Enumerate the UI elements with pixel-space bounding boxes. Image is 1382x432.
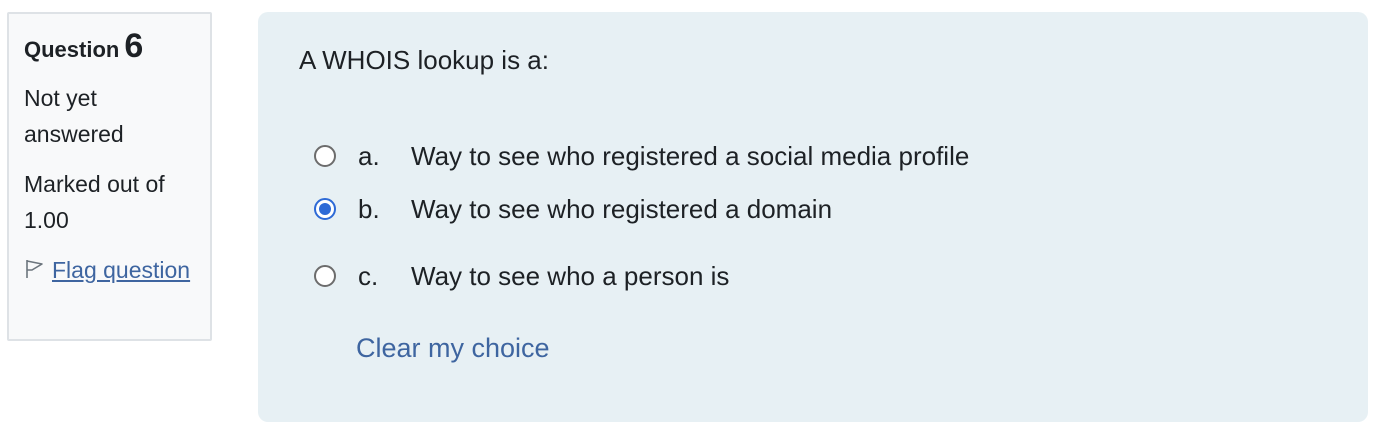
question-number-value: 6 xyxy=(124,27,144,65)
flag-question[interactable]: Flag question xyxy=(24,252,194,288)
clear-choice-link[interactable]: Clear my choice xyxy=(356,330,550,366)
answer-letter-c: c. xyxy=(358,260,379,291)
answer-radio-a[interactable] xyxy=(314,145,336,167)
answer-radio-c[interactable] xyxy=(314,265,336,287)
question-text: A WHOIS lookup is a: xyxy=(299,45,549,75)
answer-option-b[interactable]: b. Way to see who registered a domain xyxy=(314,191,832,227)
answer-text-a: Way to see who registered a social media… xyxy=(411,140,970,171)
question-grade: Marked out of 1.00 xyxy=(24,171,165,233)
flag-question-link[interactable]: Flag question xyxy=(52,257,190,283)
answer-option-a[interactable]: a. Way to see who registered a social me… xyxy=(314,138,969,174)
answer-option-c[interactable]: c. Way to see who a person is xyxy=(314,258,729,294)
question-number: Question 6 xyxy=(24,28,210,68)
answer-radio-b[interactable] xyxy=(314,198,336,220)
answer-text-b: Way to see who registered a domain xyxy=(411,193,833,224)
answer-letter-a: a. xyxy=(358,140,380,171)
flag-icon xyxy=(26,260,43,278)
question-label: Question xyxy=(24,37,120,62)
question-info-panel: Question 6 Not yet answered Marked out of… xyxy=(7,12,212,341)
answer-letter-b: b. xyxy=(358,193,380,224)
question-content: A WHOIS lookup is a: a. Way to see who r… xyxy=(258,12,1368,422)
answer-text-c: Way to see who a person is xyxy=(411,260,730,291)
question-state: Not yet answered xyxy=(24,85,124,147)
